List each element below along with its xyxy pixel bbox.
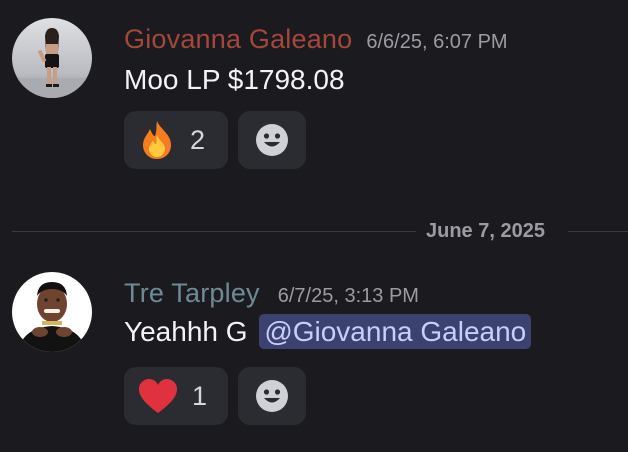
message-header: Tre Tarpley 6/7/25, 3:13 PM	[124, 278, 419, 309]
divider-line	[568, 231, 628, 232]
add-reaction-button[interactable]	[238, 367, 306, 425]
heart-icon	[139, 379, 177, 413]
message-item: Tre Tarpley 6/7/25, 3:13 PM Yeahhh G @Gi…	[0, 260, 628, 450]
message-text: Yeahhh G @Giovanna Galeano	[124, 314, 532, 349]
smiley-icon	[256, 124, 288, 156]
avatar[interactable]	[12, 272, 92, 352]
reaction-bar: 2	[124, 111, 306, 169]
add-reaction-button[interactable]	[238, 111, 306, 169]
user-mention[interactable]: @Giovanna Galeano	[259, 314, 532, 349]
message-header: Giovanna Galeano 6/6/25, 6:07 PM	[124, 24, 508, 55]
divider-line	[12, 231, 416, 232]
fire-icon	[143, 121, 171, 159]
avatar[interactable]	[12, 18, 92, 98]
username[interactable]: Tre Tarpley	[124, 278, 260, 309]
message-item: Giovanna Galeano 6/6/25, 6:07 PM Moo LP …	[0, 0, 628, 200]
reaction-count: 1	[192, 380, 208, 411]
username[interactable]: Giovanna Galeano	[124, 24, 352, 55]
message-content: Yeahhh G	[124, 316, 248, 347]
timestamp: 6/6/25, 6:07 PM	[366, 31, 508, 53]
timestamp: 6/7/25, 3:13 PM	[277, 285, 419, 307]
smiley-icon	[256, 380, 288, 412]
avatar-photo-icon	[12, 272, 92, 352]
date-divider: June 7, 2025	[12, 220, 628, 244]
message-content: Moo LP $1798.08	[124, 64, 345, 95]
reaction-fire[interactable]: 2	[124, 111, 228, 169]
message-text: Moo LP $1798.08	[124, 64, 345, 96]
reaction-count: 2	[190, 124, 206, 155]
reaction-heart[interactable]: 1	[124, 367, 228, 425]
reaction-bar: 1	[124, 367, 306, 425]
avatar-photo-icon	[12, 18, 92, 98]
date-divider-label: June 7, 2025	[426, 220, 545, 242]
